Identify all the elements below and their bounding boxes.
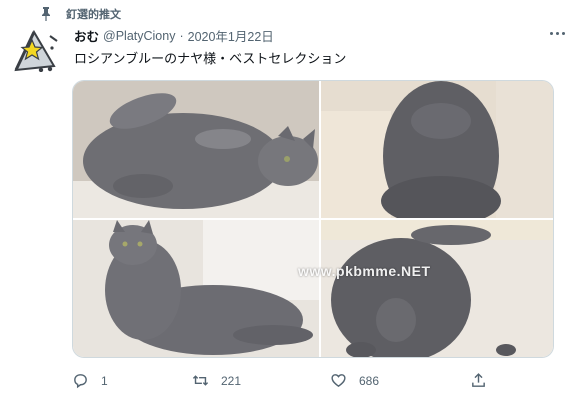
- photo-4[interactable]: [321, 220, 553, 357]
- author-name[interactable]: おむ: [74, 26, 99, 45]
- like-button[interactable]: 686: [330, 372, 379, 389]
- pinned-indicator: 釘選的推文: [40, 6, 121, 22]
- share-button[interactable]: [470, 372, 487, 389]
- pinned-label: 釘選的推文: [66, 9, 121, 21]
- more-options-icon[interactable]: [550, 30, 566, 36]
- tweet-date[interactable]: 2020年1月22日: [188, 26, 274, 45]
- watermark: www.pkbmme.NET: [298, 263, 431, 279]
- avatar[interactable]: [10, 28, 60, 72]
- tweet-actions: 1 221 686: [72, 372, 492, 390]
- reply-icon: [74, 374, 87, 389]
- retweet-icon: [192, 375, 209, 386]
- retweet-button[interactable]: 221: [192, 372, 241, 389]
- share-icon: [472, 373, 485, 387]
- author-handle[interactable]: @PlatyCiony: [103, 29, 175, 43]
- heart-icon: [331, 374, 346, 388]
- media-grid: www.pkbmme.NET: [72, 80, 554, 358]
- pin-icon: [42, 7, 50, 21]
- separator: ·: [179, 28, 184, 43]
- photo-2[interactable]: [321, 81, 553, 218]
- tweet-header: おむ @PlatyCiony · 2020年1月22日: [74, 26, 274, 45]
- photo-3[interactable]: [73, 220, 319, 357]
- photo-1[interactable]: [73, 81, 319, 218]
- reply-count: 1: [101, 373, 108, 388]
- reply-button[interactable]: 1: [72, 372, 108, 389]
- tweet-text: ロシアンブルーのナヤ様・ベストセレクション: [74, 51, 347, 66]
- retweet-count: 221: [221, 373, 242, 388]
- like-count: 686: [359, 373, 380, 388]
